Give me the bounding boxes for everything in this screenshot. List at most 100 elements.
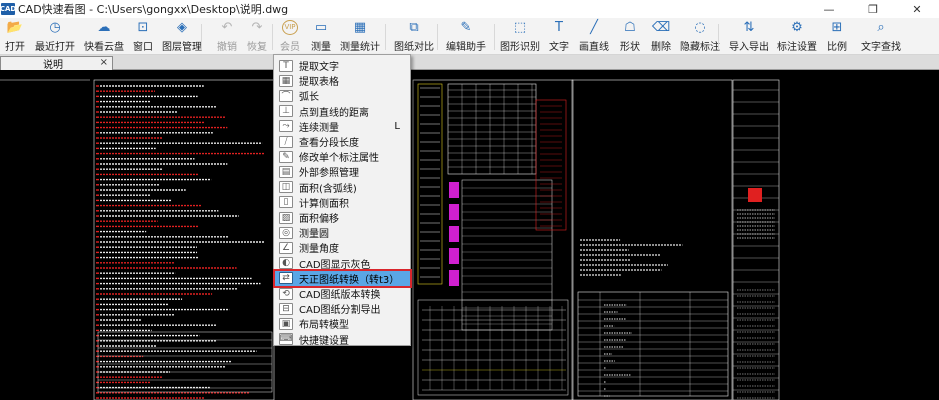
measure-stats-icon: ▦ — [353, 20, 367, 35]
toolbar-button-text[interactable]: T 文字 — [541, 20, 577, 54]
cloud-icon: ☁ — [97, 20, 111, 35]
area-offset-icon: ▨ — [279, 211, 293, 224]
menu-item-segment-length[interactable]: ⧸ 查看分段长度 — [275, 134, 410, 149]
import-export-icon: ⇅ — [743, 20, 755, 35]
compare-icon: ⧉ — [409, 20, 419, 35]
toolbar-label: 图层管理 — [162, 42, 202, 53]
magenta-block — [449, 204, 459, 220]
toolbar-button-eraser[interactable]: ⌫ 删除 — [643, 20, 679, 54]
toolbar-button-annotation-settings[interactable]: ⚙ 标注设置 — [777, 20, 817, 54]
magenta-block — [449, 270, 459, 286]
toolbar-separator — [385, 24, 386, 50]
menu-item-label: 弧长 — [299, 92, 319, 104]
toolbar-button-import-export[interactable]: ⇅ 导入导出 — [729, 20, 769, 54]
menu-item-gray-display[interactable]: ◐ CAD图显示灰色 — [275, 256, 410, 271]
menu-item-annotation-property[interactable]: ✎ 修改单个标注属性 — [275, 149, 410, 164]
toolbar-label: 撤销 — [217, 42, 237, 53]
close-button[interactable]: ✕ — [895, 0, 939, 18]
toolbar-button-edit-assistant[interactable]: ✎ 编辑助手 — [446, 20, 486, 54]
layout-to-model-icon: ▣ — [279, 317, 293, 330]
tab-close-icon[interactable]: × — [100, 57, 108, 68]
menu-item-shortcut-settings[interactable]: ⌨ 快捷键设置 — [275, 332, 410, 347]
spec-table — [447, 83, 537, 175]
cad-drawing — [0, 79, 780, 400]
extract-table-icon: ▦ — [279, 74, 293, 87]
menu-shortcut-key: L — [394, 120, 400, 132]
document-tab-bar: 说明 × — [0, 55, 939, 71]
text-search-icon: ⌕ — [877, 20, 885, 35]
annotation-settings-icon: ⚙ — [791, 20, 803, 35]
menu-item-point-line-distance[interactable]: ⊥ 点到直线的距离 — [275, 104, 410, 119]
menu-item-label: CAD图显示灰色 — [299, 259, 371, 271]
menu-item-label: 面积(含弧线) — [299, 183, 357, 195]
red-logo-mark — [748, 188, 762, 202]
magenta-block — [449, 226, 459, 242]
menu-item-label: 查看分段长度 — [299, 138, 359, 149]
toolbar-label: 窗口 — [133, 42, 153, 53]
toolbar-button-folder-open[interactable]: 📂 打开 — [0, 20, 33, 54]
toolbar-button-text-search[interactable]: ⌕ 文字查找 — [861, 20, 901, 54]
toolbar-button-shape-recognize[interactable]: ⬚ 图形识别 — [500, 20, 540, 54]
toolbar-button-hide-annotation[interactable]: ◌ 隐藏标注 — [680, 20, 720, 54]
menu-item-label: 计算侧面积 — [299, 198, 349, 210]
menu-item-continuous-measure[interactable]: ⤳ 连续测量 L — [275, 119, 410, 134]
toolbar-button-scale[interactable]: ⊞ 比例 — [819, 20, 855, 54]
toolbar-button-layers[interactable]: ◈ 图层管理 — [162, 20, 202, 54]
toolbar-button-line[interactable]: ╱ 画直线 — [576, 20, 612, 54]
xref-icon: ▤ — [279, 165, 293, 178]
menu-item-label: 外部参照管理 — [299, 168, 359, 180]
title-bar: CAD CAD快速看图 - C:\Users\gongxx\Desktop\说明… — [0, 0, 939, 18]
segment-length-icon: ⧸ — [279, 135, 293, 148]
menu-item-extract-text[interactable]: T 提取文字 — [275, 58, 410, 73]
menu-item-area-arc[interactable]: ◫ 面积(含弧线) — [275, 180, 410, 195]
magenta-block — [449, 182, 459, 198]
menu-item-label: 修改单个标注属性 — [299, 153, 379, 165]
lower-detail — [417, 299, 569, 396]
hide-annotation-icon: ◌ — [694, 20, 706, 35]
menu-item-extract-table[interactable]: ▦ 提取表格 — [275, 73, 410, 88]
title-block — [732, 79, 780, 400]
menu-item-layout-to-model[interactable]: ▣ 布局转模型 — [275, 316, 410, 331]
toolbar-button-window[interactable]: ⊡ 窗口 — [125, 20, 161, 54]
legend-table — [577, 291, 729, 397]
toolbar-button-cloud[interactable]: ☁ 快看云盘 — [84, 20, 124, 54]
toolbar-label: 标注设置 — [777, 42, 817, 53]
toolbar-button-measure-ruler[interactable]: ▭ 测量 — [303, 20, 339, 54]
toolbar-button-redo[interactable]: ↷ 恢复 — [239, 20, 275, 54]
magenta-block — [449, 248, 459, 264]
window-title: CAD快速看图 - C:\Users\gongxx\Desktop\说明.dwg — [18, 3, 289, 16]
toolbar-separator — [201, 24, 202, 50]
extract-text-icon: T — [279, 59, 293, 72]
menu-item-area-offset[interactable]: ▨ 面积偏移 — [275, 210, 410, 225]
measure-angle-icon: ∠ — [279, 241, 293, 254]
window-icon: ⊡ — [137, 20, 149, 35]
menu-item-arc-length[interactable]: ⌒ 弧长 — [275, 88, 410, 103]
toolbar-button-compare[interactable]: ⧉ 图纸对比 — [394, 20, 434, 54]
minimize-button[interactable]: — — [807, 0, 851, 18]
section-detail — [417, 83, 443, 285]
toolbar-separator — [494, 24, 495, 50]
menu-item-split-export[interactable]: ⊟ CAD图纸分割导出 — [275, 301, 410, 316]
split-export-icon: ⊟ — [279, 302, 293, 315]
tab-document[interactable]: 说明 × — [0, 56, 113, 71]
menu-item-tangent-convert[interactable]: ⇄ 天正图纸转换（转t3） — [273, 268, 412, 288]
menu-item-side-area[interactable]: ▯ 计算侧面积 — [275, 195, 410, 210]
menu-item-xref[interactable]: ▤ 外部参照管理 — [275, 164, 410, 179]
toolbar-button-recent-clock[interactable]: ◷ 最近打开 — [35, 20, 75, 54]
menu-item-measure-angle[interactable]: ∠ 测量角度 — [275, 240, 410, 255]
redo-icon: ↷ — [251, 20, 263, 35]
menu-item-version-convert[interactable]: ⟲ CAD图纸版本转换 — [275, 286, 410, 301]
toolbar-button-measure-stats[interactable]: ▦ 测量统计 — [340, 20, 380, 54]
scale-icon: ⊞ — [831, 20, 843, 35]
eraser-icon: ⌫ — [651, 20, 671, 35]
area-arc-icon: ◫ — [279, 181, 293, 194]
toolbar-label: 删除 — [651, 42, 671, 53]
restore-button[interactable]: ❐ — [851, 0, 895, 18]
undo-icon: ↶ — [221, 20, 233, 35]
toolbar-separator — [272, 24, 273, 50]
menu-item-label: 提取文字 — [299, 62, 339, 73]
drawing-canvas[interactable] — [0, 70, 939, 400]
menu-item-label: CAD图纸分割导出 — [299, 305, 381, 317]
toolbar-label: 测量统计 — [340, 42, 380, 53]
menu-item-measure-circle[interactable]: ◎ 测量圆 — [275, 225, 410, 240]
